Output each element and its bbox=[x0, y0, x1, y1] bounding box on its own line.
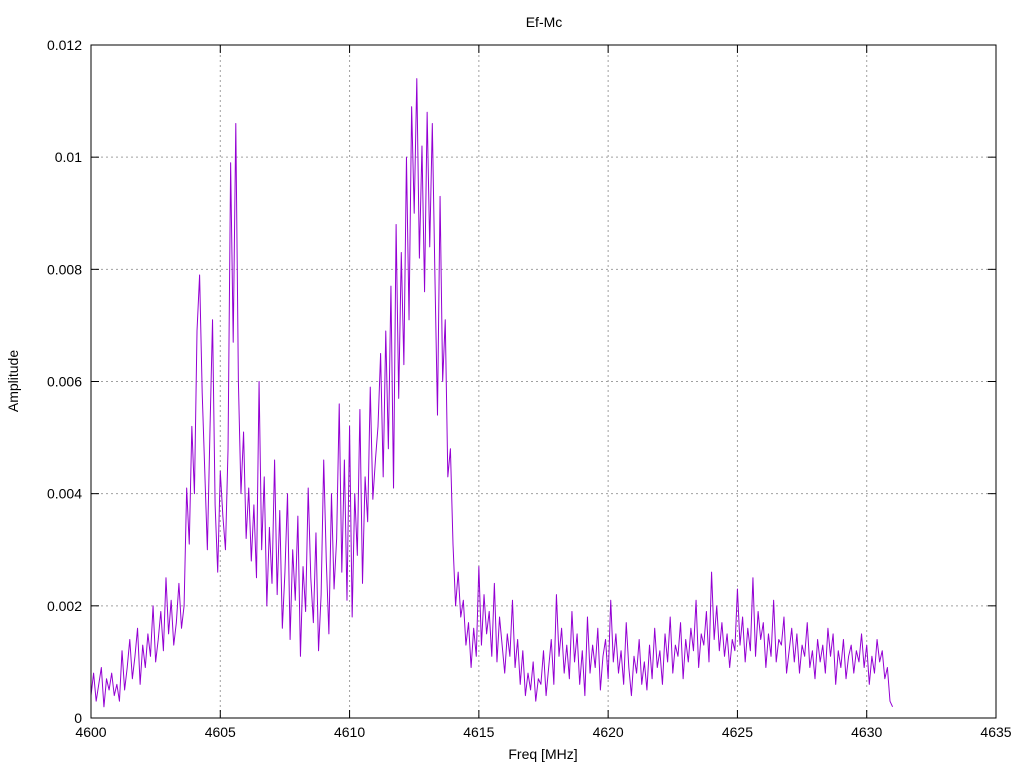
y-tick-label: 0.002 bbox=[47, 598, 82, 614]
x-tick-label: 4615 bbox=[463, 724, 494, 740]
x-tick-label: 4625 bbox=[722, 724, 753, 740]
y-tick-label: 0.004 bbox=[47, 486, 82, 502]
y-tick-label: 0.008 bbox=[47, 261, 82, 277]
x-tick-label: 4635 bbox=[980, 724, 1011, 740]
x-tick-label: 4620 bbox=[593, 724, 624, 740]
y-tick-label: 0 bbox=[74, 710, 82, 726]
x-tick-label: 4610 bbox=[334, 724, 365, 740]
y-tick-label: 0.006 bbox=[47, 374, 82, 390]
x-tick-label: 4630 bbox=[851, 724, 882, 740]
chart-title: Ef-Mc bbox=[526, 14, 563, 30]
chart-background bbox=[0, 0, 1024, 768]
x-tick-label: 4605 bbox=[205, 724, 236, 740]
chart-canvas: Ef-Mc 4600 4605 4610 4615 4620 4625 4630 4635 0… bbox=[0, 0, 1024, 768]
y-tick-label: 0.012 bbox=[47, 37, 82, 53]
y-tick-label: 0.01 bbox=[55, 149, 82, 165]
x-axis-title: Freq [MHz] bbox=[508, 746, 577, 762]
y-axis-title: Amplitude bbox=[5, 350, 21, 412]
x-tick-label: 4600 bbox=[75, 724, 106, 740]
